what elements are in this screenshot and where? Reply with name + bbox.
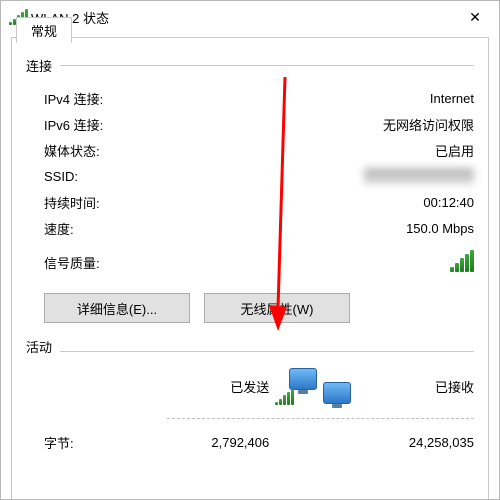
row-signal-quality: 信号质量: bbox=[44, 249, 474, 275]
value: Internet bbox=[430, 91, 474, 106]
row-duration: 持续时间: 00:12:40 bbox=[44, 189, 474, 215]
section-label: 活动 bbox=[26, 337, 52, 356]
divider bbox=[167, 418, 474, 419]
label: 速度: bbox=[44, 219, 74, 238]
bytes-sent-value: 2,792,406 bbox=[167, 435, 269, 450]
titlebar: WLAN 2 状态 ✕ bbox=[1, 1, 499, 33]
label: 媒体状态: bbox=[44, 141, 100, 160]
bytes-label: 字节: bbox=[44, 433, 167, 452]
details-button[interactable]: 详细信息(E)... bbox=[44, 293, 190, 323]
row-speed: 速度: 150.0 Mbps bbox=[44, 215, 474, 241]
signal-bars-icon bbox=[275, 389, 294, 408]
window-title: WLAN 2 状态 bbox=[31, 8, 453, 27]
value: 00:12:40 bbox=[423, 195, 474, 210]
section-rule bbox=[60, 351, 474, 352]
content: 连接 IPv4 连接: Internet IPv6 连接: 无网络访问权限 媒体… bbox=[12, 38, 488, 499]
row-ssid: SSID: bbox=[44, 163, 474, 189]
section-activity: 活动 bbox=[26, 337, 474, 356]
row-ipv6: IPv6 连接: 无网络访问权限 bbox=[44, 111, 474, 137]
activity-received-label: 已接收 bbox=[372, 377, 474, 396]
monitor-icon bbox=[289, 368, 317, 390]
label: 持续时间: bbox=[44, 193, 100, 212]
label: IPv4 连接: bbox=[44, 89, 103, 108]
activity-traffic-icon bbox=[269, 366, 371, 406]
close-button[interactable]: ✕ bbox=[453, 2, 497, 32]
signal-bars-icon bbox=[450, 250, 474, 275]
wlan-status-window: WLAN 2 状态 ✕ 常规 连接 IPv4 连接: Internet bbox=[0, 0, 500, 500]
ssid-value-redacted bbox=[364, 168, 474, 184]
section-label: 连接 bbox=[26, 56, 52, 75]
connection-rows: IPv4 连接: Internet IPv6 连接: 无网络访问权限 媒体状态:… bbox=[26, 85, 474, 275]
activity-sent-label: 已发送 bbox=[167, 377, 269, 396]
section-connection: 连接 bbox=[26, 56, 474, 75]
monitor-icon bbox=[323, 382, 351, 404]
label: SSID: bbox=[44, 169, 78, 184]
row-ipv4: IPv4 连接: Internet bbox=[44, 85, 474, 111]
dialog-body: 常规 连接 IPv4 连接: Internet IPv6 连接: 无网络访问权限 bbox=[11, 37, 489, 499]
value: 150.0 Mbps bbox=[406, 221, 474, 236]
bytes-received-value: 24,258,035 bbox=[372, 435, 474, 450]
button-row: 详细信息(E)... 无线属性(W) bbox=[26, 293, 474, 323]
row-media-state: 媒体状态: 已启用 bbox=[44, 137, 474, 163]
value: 无网络访问权限 bbox=[383, 115, 474, 134]
wireless-properties-button[interactable]: 无线属性(W) bbox=[204, 293, 350, 323]
activity-grid: 已发送 已接收 字节: 2,792,406 24,258,035 bbox=[26, 366, 474, 452]
label: 信号质量: bbox=[44, 253, 100, 272]
value: 已启用 bbox=[435, 141, 474, 160]
label: IPv6 连接: bbox=[44, 115, 103, 134]
section-rule bbox=[60, 65, 474, 66]
